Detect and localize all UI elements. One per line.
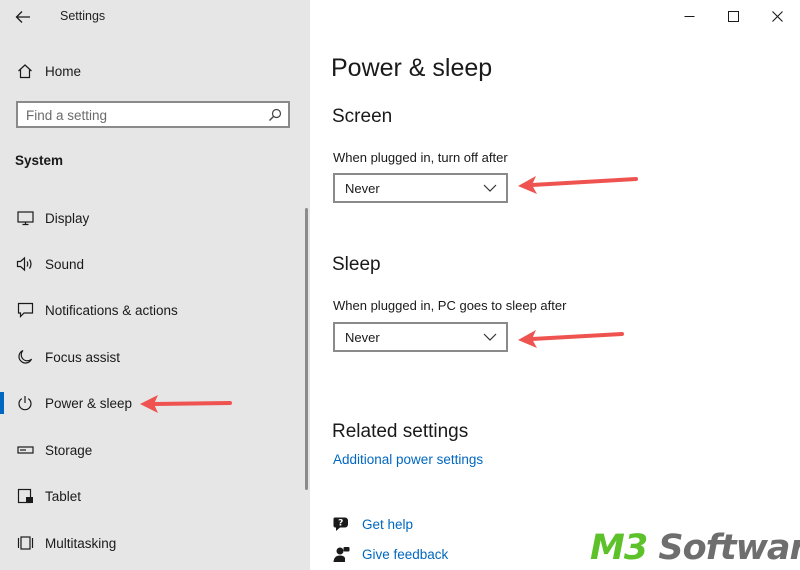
section-header: System: [15, 153, 64, 168]
sidebar: Settings Home System Display: [0, 0, 310, 570]
sidebar-item-label: Sound: [45, 256, 85, 272]
sidebar-item-tablet[interactable]: Tablet: [0, 479, 310, 513]
related-settings-heading: Related settings: [332, 421, 469, 442]
search-input[interactable]: [26, 106, 261, 124]
maximize-icon: [727, 10, 739, 22]
additional-power-settings-link[interactable]: Additional power settings: [333, 452, 483, 467]
sidebar-item-focus-assist[interactable]: Focus assist: [0, 340, 310, 374]
display-icon: [16, 209, 34, 227]
back-arrow-icon: [15, 11, 30, 23]
home-icon: [16, 62, 34, 80]
multitasking-icon: [16, 534, 34, 552]
sidebar-item-label: Power & sleep: [45, 395, 133, 411]
sidebar-item-sound[interactable]: Sound: [0, 247, 310, 281]
chevron-down-icon: [483, 333, 497, 341]
dropdown-value: Never: [345, 330, 380, 345]
notifications-icon: [16, 301, 34, 319]
help-chat-icon: ?: [332, 515, 350, 533]
watermark-software: Software: [658, 528, 800, 568]
feedback-person-icon: [332, 545, 350, 563]
main-panel: Power & sleep Screen When plugged in, tu…: [310, 0, 800, 570]
app-title: Settings: [60, 9, 106, 23]
sidebar-item-label: Notifications & actions: [45, 302, 178, 318]
annotation-arrow-icon: [518, 330, 624, 348]
dropdown-value: Never: [345, 181, 380, 196]
sleep-heading: Sleep: [332, 254, 381, 275]
svg-text:?: ?: [338, 518, 343, 528]
get-help-link[interactable]: ? Get help: [332, 515, 413, 533]
search-icon: [269, 108, 282, 121]
sidebar-item-label: Home: [45, 63, 82, 79]
sidebar-item-label: Multitasking: [45, 535, 117, 551]
screen-timeout-label: When plugged in, turn off after: [333, 150, 508, 165]
sleep-timeout-dropdown[interactable]: Never: [333, 322, 508, 352]
give-feedback-link[interactable]: Give feedback: [332, 545, 448, 563]
search-box[interactable]: [16, 101, 290, 128]
maximize-button[interactable]: [710, 0, 756, 32]
power-icon: [16, 394, 34, 412]
screen-timeout-dropdown[interactable]: Never: [333, 173, 508, 203]
close-icon: [771, 10, 783, 22]
sidebar-item-storage[interactable]: Storage: [0, 433, 310, 467]
tablet-icon: [16, 487, 34, 505]
watermark-logo: M3 Software: [590, 528, 800, 568]
minimize-icon: [684, 15, 694, 17]
chevron-down-icon: [483, 184, 497, 192]
get-help-label: Get help: [362, 516, 414, 532]
watermark-m3: M3: [590, 528, 648, 568]
sleep-timeout-label: When plugged in, PC goes to sleep after: [333, 298, 567, 313]
sidebar-item-home[interactable]: Home: [0, 54, 310, 88]
sidebar-item-label: Tablet: [45, 488, 82, 504]
focus-assist-icon: [16, 348, 34, 366]
annotation-arrow-icon: [140, 395, 232, 413]
sound-icon: [16, 255, 34, 273]
give-feedback-label: Give feedback: [362, 546, 449, 562]
sidebar-item-label: Display: [45, 210, 90, 226]
sidebar-item-label: Focus assist: [45, 349, 121, 365]
sidebar-item-label: Storage: [45, 442, 93, 458]
sidebar-item-display[interactable]: Display: [0, 201, 310, 235]
page-title: Power & sleep: [331, 54, 493, 82]
storage-icon: [16, 441, 34, 459]
annotation-arrow-icon: [518, 176, 638, 194]
sidebar-item-multitasking[interactable]: Multitasking: [0, 526, 310, 560]
sidebar-item-notifications[interactable]: Notifications & actions: [0, 293, 310, 327]
screen-heading: Screen: [332, 106, 393, 127]
sidebar-scrollbar[interactable]: [305, 208, 308, 490]
back-button[interactable]: [10, 6, 36, 28]
close-button[interactable]: [754, 0, 800, 32]
minimize-button[interactable]: [666, 0, 712, 32]
